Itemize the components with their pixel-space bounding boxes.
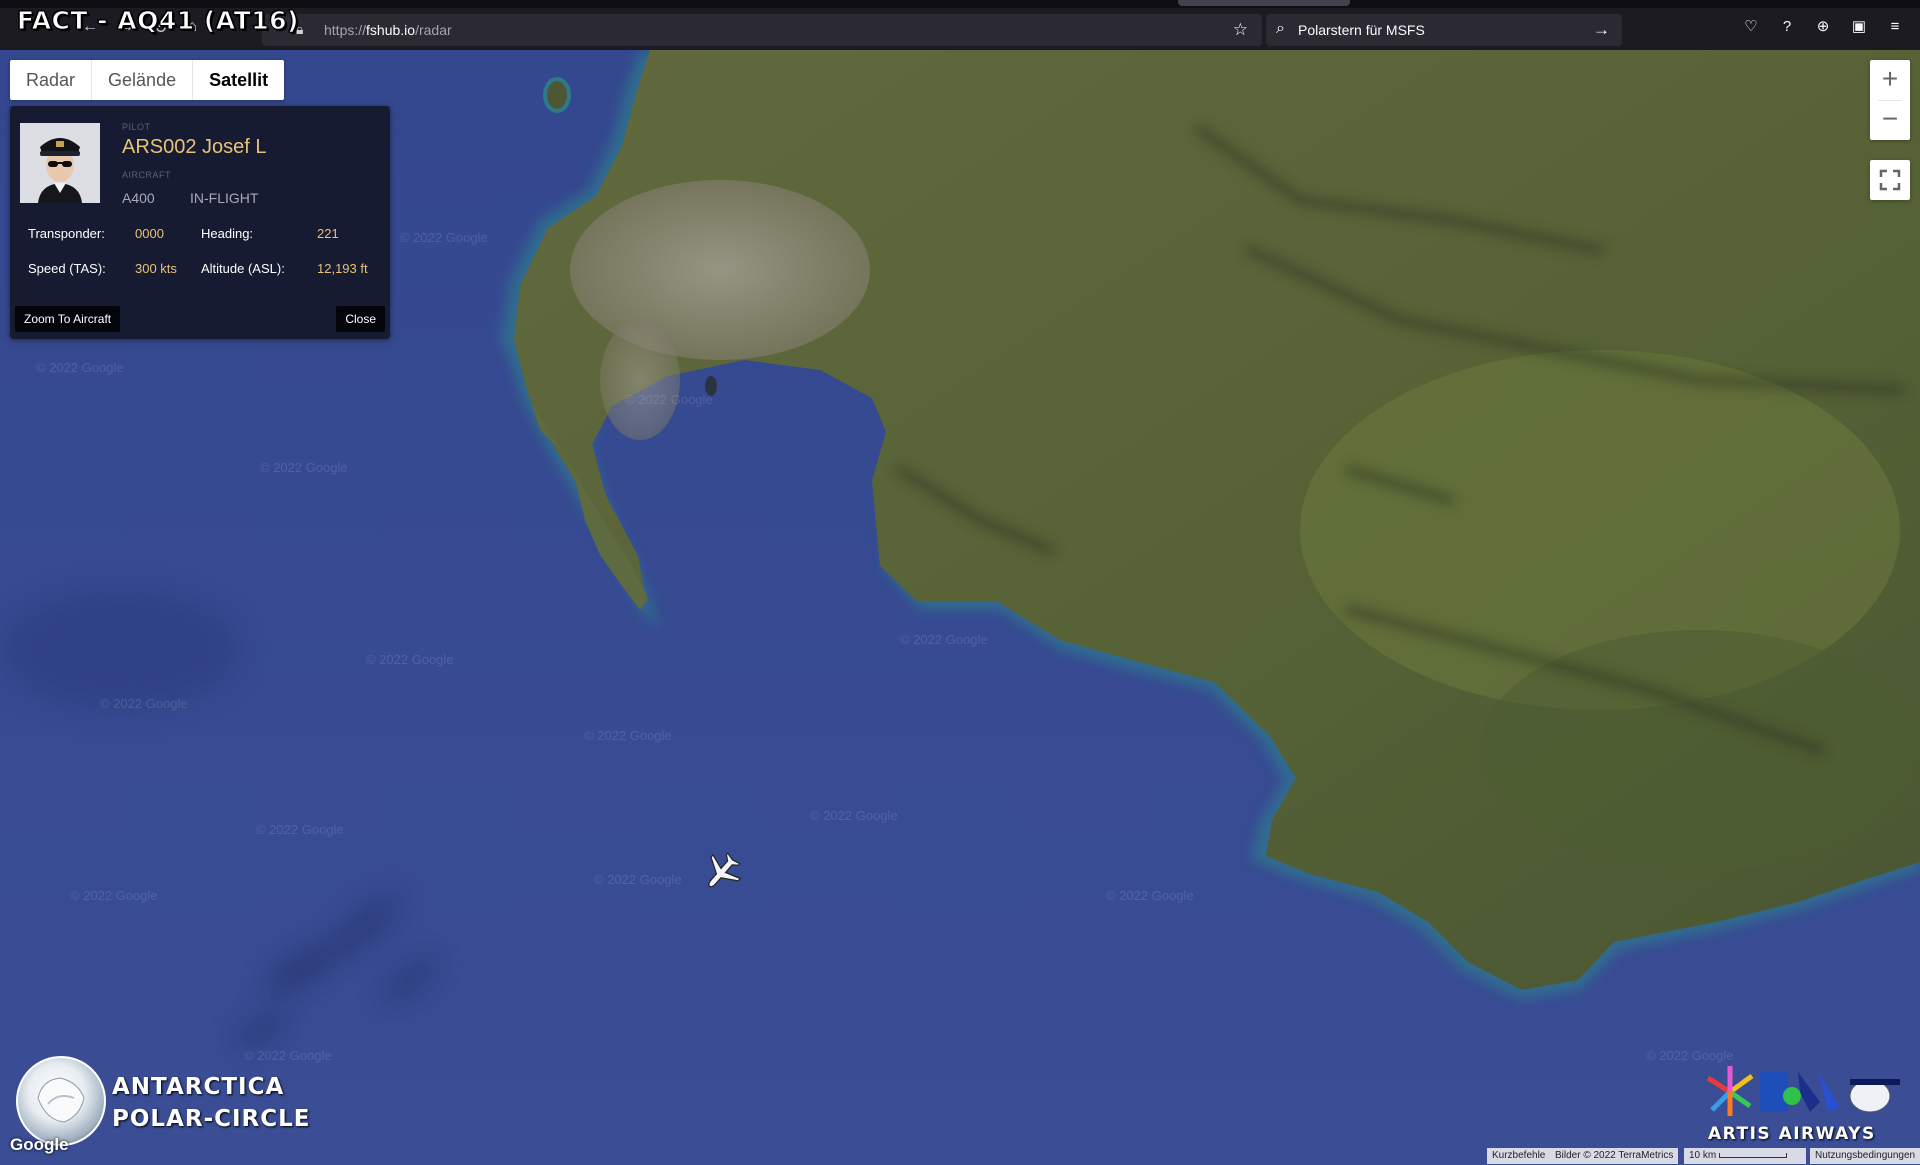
map-canvas[interactable]: © 2022 Google © 2022 Google © 2022 Googl…: [0, 50, 1920, 1165]
extension-icon[interactable]: ▣: [1848, 16, 1870, 38]
stream-overlay-title: FACT - AQ41 (AT16): [17, 6, 299, 36]
search-bar[interactable]: ⌕ Polarstern für MSFS →: [1266, 14, 1622, 46]
speed-label: Speed (TAS):: [28, 261, 106, 276]
zoom-in-button[interactable]: +: [1870, 60, 1910, 100]
artis-airways-text: ARTIS AIRWAYS: [1708, 1124, 1876, 1144]
heading-label: Heading:: [201, 226, 254, 241]
map-watermark: © 2022 Google: [1646, 1048, 1734, 1063]
bookmark-star-icon[interactable]: ☆: [1233, 20, 1248, 40]
url-path: /radar: [415, 22, 452, 38]
zoom-divider: [1878, 100, 1902, 101]
search-go-icon[interactable]: →: [1593, 20, 1610, 40]
pocket-icon[interactable]: ♡: [1740, 16, 1762, 38]
map-watermark: © 2022 Google: [400, 230, 488, 245]
fullscreen-icon: [1879, 169, 1901, 191]
scale-line: [1719, 1152, 1788, 1158]
pilot-avatar: [20, 123, 100, 203]
map-type-satellite[interactable]: Satellit: [193, 60, 284, 100]
map-watermark: © 2022 Google: [256, 822, 344, 837]
flight-status: IN-FLIGHT: [190, 190, 259, 206]
map-watermark: © 2022 Google: [100, 696, 188, 711]
altitude-label: Altitude (ASL):: [201, 261, 285, 276]
pilot-name: ARS002 Josef L: [122, 136, 267, 158]
map-watermark: © 2022 Google: [70, 888, 158, 903]
scale-label: 10 km: [1689, 1150, 1717, 1161]
search-icon: ⌕: [1276, 20, 1285, 37]
aircraft-label: AIRCRAFT: [122, 170, 171, 180]
scale-bar[interactable]: 10 km: [1684, 1148, 1806, 1164]
menu-icon[interactable]: ≡: [1884, 16, 1906, 38]
pilot-portrait-icon: [20, 123, 100, 203]
extension-help-icon[interactable]: ?: [1776, 16, 1798, 38]
pilot-info-panel: PILOT ARS002 Josef L AIRCRAFT A400 IN-FL…: [10, 106, 390, 339]
url-text: https://fshub.io/radar: [324, 22, 452, 38]
map-watermark: © 2022 Google: [260, 460, 348, 475]
transponder-value: 0000: [135, 226, 164, 241]
zoom-icon[interactable]: ⊕: [1812, 16, 1834, 38]
aircraft-type: A400: [122, 190, 155, 206]
google-logo[interactable]: Google: [10, 1135, 69, 1155]
artis-airways-emblem-icon: [1706, 1066, 1900, 1116]
map-watermark: © 2022 Google: [594, 872, 682, 887]
transponder-label: Transponder:: [28, 226, 105, 241]
altitude-value: 12,193 ft: [317, 261, 368, 276]
artis-airways-logo: ARTIS AIRWAYS: [1700, 1062, 1916, 1152]
brand-line-2: POLAR-CIRCLE: [112, 1106, 311, 1132]
map-watermark: © 2022 Google: [1106, 888, 1194, 903]
zoom-out-button[interactable]: −: [1870, 100, 1910, 140]
fullscreen-button[interactable]: [1870, 160, 1910, 200]
zoom-control: + −: [1870, 60, 1910, 140]
heading-value: 221: [317, 226, 339, 241]
url-host: fshub.io: [366, 22, 416, 38]
terms-link[interactable]: Nutzungsbedingungen: [1810, 1148, 1920, 1164]
map-watermark: © 2022 Google: [36, 360, 124, 375]
aircraft-marker-icon[interactable]: [700, 850, 744, 894]
url-scheme: https://: [324, 22, 367, 38]
map-watermark: © 2022 Google: [900, 632, 988, 647]
map-watermark: © 2022 Google: [584, 728, 672, 743]
map-watermark: © 2022 Google: [366, 652, 454, 667]
pilot-label: PILOT: [122, 122, 151, 132]
url-bar[interactable]: 🔒︎ https://fshub.io/radar ☆: [262, 14, 1262, 46]
screen: ← → ↻ ⌂ 🔒︎ https://fshub.io/radar ☆ ⌕ Po…: [0, 0, 1920, 1165]
city-area: [570, 180, 870, 360]
search-input[interactable]: Polarstern für MSFS: [1298, 22, 1425, 38]
map-type-radar[interactable]: Radar: [10, 60, 91, 100]
map-type-terrain[interactable]: Gelände: [92, 60, 192, 100]
speed-value: 300 kts: [135, 261, 177, 276]
imagery-attribution: Bilder © 2022 TerraMetrics: [1550, 1148, 1679, 1164]
antarctica-globe-icon: [16, 1056, 106, 1146]
map-watermark: © 2022 Google: [810, 808, 898, 823]
brand-line-1: ANTARCTICA: [112, 1074, 285, 1100]
close-panel-button[interactable]: Close: [336, 306, 385, 332]
active-tab[interactable]: [1178, 0, 1350, 6]
map-watermark: © 2022 Google: [625, 392, 713, 407]
keyboard-shortcuts-link[interactable]: Kurzbefehle: [1487, 1148, 1551, 1164]
zoom-to-aircraft-button[interactable]: Zoom To Aircraft: [15, 306, 121, 332]
map-type-control: Radar Gelände Satellit: [10, 60, 285, 100]
